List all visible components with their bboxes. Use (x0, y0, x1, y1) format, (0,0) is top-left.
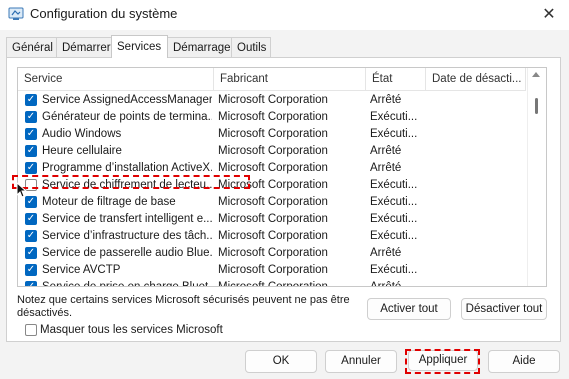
cancel-button[interactable]: Annuler (325, 350, 397, 373)
list-item[interactable]: ✓ Audio Windows Microsoft Corporation Ex… (18, 126, 526, 143)
ok-button[interactable]: OK (245, 350, 317, 373)
window-title: Configuration du système (30, 6, 178, 21)
hide-ms-services-checkbox[interactable] (25, 324, 37, 336)
checked-checkbox[interactable]: ✓ (25, 281, 37, 286)
tab-outils[interactable]: Outils (231, 37, 271, 57)
scroll-thumb[interactable] (535, 98, 538, 114)
checked-checkbox[interactable]: ✓ (25, 162, 37, 174)
vertical-scrollbar[interactable] (527, 68, 546, 286)
checked-checkbox[interactable]: ✓ (25, 145, 37, 157)
list-item[interactable]: ✓ Service de transfert intelligent e... … (18, 211, 526, 228)
column-header-service[interactable]: Service (18, 68, 214, 90)
checked-checkbox[interactable]: ✓ (25, 94, 37, 106)
close-button[interactable]: ✕ (529, 0, 569, 30)
checked-checkbox[interactable]: ✓ (25, 213, 37, 225)
list-item[interactable]: ✓ Service d’infrastructure des tâch... M… (18, 228, 526, 245)
column-header-manufacturer[interactable]: Fabricant (214, 68, 366, 90)
scroll-up-icon[interactable] (532, 72, 540, 77)
enable-all-button[interactable]: Activer tout (367, 298, 451, 320)
hide-ms-services-label: Masquer tous les services Microsoft (40, 324, 223, 336)
title-bar: Configuration du système ✕ (0, 0, 569, 30)
checked-checkbox[interactable]: ✓ (25, 264, 37, 276)
list-item[interactable]: ✓ Service AVCTP Microsoft Corporation Ex… (18, 262, 526, 279)
checked-checkbox[interactable]: ✓ (25, 111, 37, 123)
close-icon: ✕ (542, 6, 556, 23)
list-item[interactable]: ✓ Service de prise en charge Bluet... Mi… (18, 279, 526, 286)
column-header-state[interactable]: État (366, 68, 426, 90)
list-item[interactable]: ✓ Heure cellulaire Microsoft Corporation… (18, 143, 526, 160)
list-item[interactable]: ✓ Service AssignedAccessManager Microsof… (18, 92, 526, 109)
tab-demarrer[interactable]: Démarrer (56, 37, 112, 57)
checked-checkbox[interactable]: ✓ (25, 128, 37, 140)
checked-checkbox[interactable]: ✓ (25, 247, 37, 259)
list-item[interactable]: ✓ Service de passerelle audio Blue... Mi… (18, 245, 526, 262)
annotation-highlight-apply (405, 349, 480, 374)
column-header-date[interactable]: Date de désacti... (426, 68, 526, 90)
tab-services[interactable]: Services (111, 35, 168, 58)
disable-all-button[interactable]: Désactiver tout (461, 298, 547, 320)
tab-general[interactable]: Général (6, 37, 57, 57)
list-header: Service Fabricant État Date de désacti..… (18, 68, 526, 91)
services-panel: Service Fabricant État Date de désacti..… (6, 57, 561, 342)
help-button[interactable]: Aide (488, 350, 560, 373)
note-text: Notez que certains services Microsoft sé… (17, 294, 350, 319)
mouse-cursor-icon (16, 182, 28, 198)
list-item[interactable]: ✓ Moteur de filtrage de base Microsoft C… (18, 194, 526, 211)
tab-demarrage[interactable]: Démarrage (167, 37, 232, 57)
annotation-highlight-row (12, 175, 250, 189)
system-config-icon (8, 7, 24, 20)
checked-checkbox[interactable]: ✓ (25, 230, 37, 242)
dialog-button-bar: OK Annuler Appliquer Aide (0, 345, 569, 379)
list-item[interactable]: ✓ Générateur de points de termina... Mic… (18, 109, 526, 126)
